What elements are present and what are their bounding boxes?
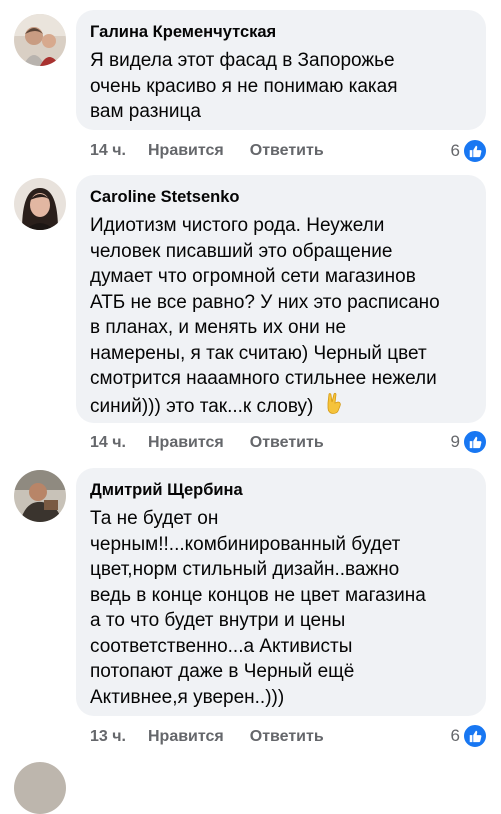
comment-text-line: человек писавший это обращение [90,240,393,262]
comment-text-line: соответственно...а Активисты [90,635,353,657]
comment-text-line: думает что огромной сети магазинов [90,266,416,287]
reply-button[interactable]: Ответить [250,142,324,160]
comment-text-line: в планах, и менять их они не [90,317,347,338]
profile-photo-icon [14,14,66,66]
comment-author[interactable]: Caroline Stetsenko [90,187,472,207]
comment-bubble: Дмитрий Щербина Та не будет он черным!!.… [76,468,486,716]
comment-text-line: цвет,норм стильный дизайн..важно [90,559,400,580]
comment-text-fragment: синий))) это так...к слову) [90,395,314,417]
comment-actions: 14 ч. Нравится Ответить [90,431,324,455]
comment-actions: 13 ч. Нравится Ответить [90,725,324,749]
victory-hand-icon [325,392,343,422]
comment-text-line: потопают даже в Черный ещё [90,661,355,682]
reply-button[interactable]: Ответить [250,434,324,452]
profile-photo-icon [14,178,66,230]
comment-text-line: вам разница [90,101,201,122]
comment-text-line: очень красиво я не понимаю какая [90,75,398,97]
thumbs-up-icon [463,430,487,454]
like-button[interactable]: Нравится [148,728,224,746]
comment-text-line: АТБ не все равно? У них это расписано [90,291,440,313]
comment-text-line: Та не будет он [90,508,219,529]
comment-timestamp[interactable]: 13 ч. [90,728,126,746]
like-button[interactable]: Нравится [148,434,224,452]
avatar[interactable] [14,762,66,814]
comment-text-line: ведь в конце концов не цвет магазина [90,584,426,606]
reply-button[interactable]: Ответить [250,728,324,746]
comment-text-line: Активнее,я уверен..))) [90,686,285,708]
avatar[interactable] [14,178,66,230]
comment-text-line: намерены, я так считаю) Черный цвет [90,342,427,364]
comment-text-line: смотрится нааамного стильнее нежели [90,368,437,389]
reaction-count: 9 [450,432,460,451]
reaction-count: 6 [450,726,460,745]
avatar[interactable] [14,470,66,522]
comment-author[interactable]: Галина Кременчутская [90,22,472,42]
comment-bubble: Галина Кременчутская Я видела этот фасад… [76,10,486,130]
comment-bubble: Caroline Stetsenko Идиотизм чистого рода… [76,175,486,423]
comment-text-line: Идиотизм чистого рода. Неужели [90,215,385,236]
reaction-summary[interactable]: 9 [451,430,487,454]
comment-author[interactable]: Дмитрий Щербина [90,480,472,500]
avatar[interactable] [14,14,66,66]
comment-actions: 14 ч. Нравится Ответить [90,139,324,163]
comment-text-line: черным!!...комбинированный будет [90,533,401,555]
comment-timestamp[interactable]: 14 ч. [90,142,126,160]
thumbs-up-icon [463,724,487,748]
comment-text-line: Я видела этот фасад в Запорожье [90,50,395,71]
reaction-summary[interactable]: 6 [451,139,487,163]
profile-photo-icon [14,470,66,522]
comment-timestamp[interactable]: 14 ч. [90,434,126,452]
like-button[interactable]: Нравится [148,142,224,160]
comment-text-line: синий))) это так...к слову) [90,392,472,422]
comment-text-line: а то что будет внутри и цены [90,610,346,631]
reaction-count: 6 [450,141,460,160]
thumbs-up-icon [463,139,487,163]
reaction-summary[interactable]: 6 [451,724,487,748]
